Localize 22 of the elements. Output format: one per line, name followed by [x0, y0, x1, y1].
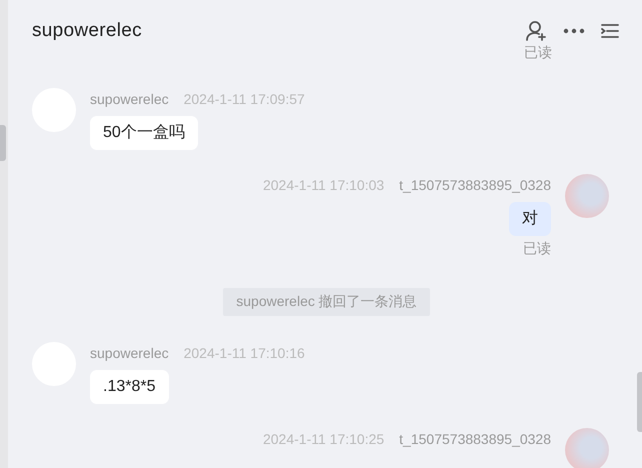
timestamp: 2024-1-11 17:10:25	[262, 430, 384, 448]
message-bubble: .13*8*5	[90, 370, 168, 404]
read-status: 已读	[523, 240, 551, 258]
message-bubble: 对	[509, 202, 551, 236]
timestamp: 2024-1-11 17:10:03	[262, 176, 384, 194]
avatar[interactable]	[565, 428, 609, 468]
timestamp: 2024-1-11 17:09:57	[184, 90, 305, 108]
recall-notice: supowerelec 撤回了一条消息	[223, 288, 430, 316]
add-user-icon[interactable]	[525, 20, 547, 42]
message-bubble: 50个一盒吗	[90, 116, 198, 150]
scrollbar-thumb[interactable]	[0, 125, 6, 161]
more-icon[interactable]	[563, 28, 585, 34]
sender-name: t_1507573883895_0328	[399, 430, 551, 448]
read-status: 已读	[524, 44, 552, 62]
timestamp: 2024-1-11 17:10:16	[184, 344, 305, 362]
sender-name: supowerelec	[90, 90, 169, 108]
menu-icon[interactable]	[601, 23, 619, 39]
sender-name: supowerelec	[90, 344, 169, 362]
scrollbar-thumb[interactable]	[637, 372, 642, 432]
avatar[interactable]	[565, 174, 609, 218]
chat-title: supowerelec	[32, 20, 142, 42]
sender-name: t_1507573883895_0328	[399, 176, 551, 194]
